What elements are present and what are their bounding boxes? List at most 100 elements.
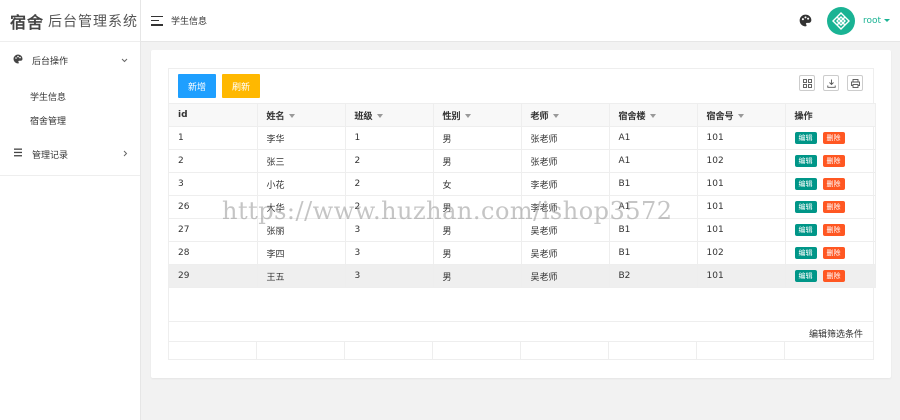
table-cell: B1 bbox=[608, 172, 698, 196]
filter-icon[interactable] bbox=[464, 114, 471, 118]
edit-filter-link[interactable]: 编辑筛选条件 bbox=[809, 327, 863, 340]
table-cell: 吴老师 bbox=[520, 218, 610, 242]
edit-button[interactable]: 编辑 bbox=[794, 132, 817, 144]
sidebar-group-admin-records[interactable]: 管理记录 bbox=[0, 138, 140, 170]
table-cell: 男 bbox=[432, 126, 522, 150]
table-cell: 李四 bbox=[256, 241, 346, 265]
table-cell: 李华 bbox=[256, 126, 346, 150]
table-cell: 男 bbox=[432, 195, 522, 219]
caret-down-icon bbox=[884, 18, 890, 22]
table-cell: 2 bbox=[344, 195, 434, 219]
sidebar-item-label: 宿舍管理 bbox=[30, 116, 67, 127]
menu-toggle-icon[interactable] bbox=[151, 15, 163, 26]
col-header-room[interactable]: 宿舍号 bbox=[696, 103, 786, 127]
palette-icon bbox=[12, 54, 24, 67]
table-cell: 张老师 bbox=[520, 126, 610, 150]
sidebar-item-dorm-management[interactable]: 宿舍管理 bbox=[0, 108, 140, 132]
user-name: root bbox=[862, 15, 881, 26]
table-empty-area bbox=[169, 288, 873, 322]
table-cell: 张老师 bbox=[520, 149, 610, 173]
row-actions: 编辑 删除 bbox=[784, 149, 876, 173]
filter-icon[interactable] bbox=[288, 114, 295, 118]
delete-button[interactable]: 删除 bbox=[822, 224, 845, 236]
table-cell: 1 bbox=[169, 126, 258, 150]
delete-button[interactable]: 删除 bbox=[822, 155, 845, 167]
table-cell: A1 bbox=[608, 195, 698, 219]
table-cell: A1 bbox=[608, 149, 698, 173]
filter-icon[interactable] bbox=[376, 114, 383, 118]
content-card: 新增 刷新 id 姓名 班级 性别 老师 宿舍楼 宿舍号 操作 1 李华 1 男… bbox=[151, 50, 891, 378]
top-header: 学生信息 root bbox=[141, 0, 900, 42]
table-cell: 2 bbox=[169, 149, 258, 173]
table-cell: 3 bbox=[344, 241, 434, 265]
table-cell: 2 bbox=[344, 172, 434, 196]
table-row[interactable]: 28 李四 3 男吴老师 B1 102 编辑 删除 bbox=[169, 241, 876, 265]
sidebar-group-label: 后台操作 bbox=[32, 56, 69, 67]
avatar[interactable] bbox=[826, 6, 855, 35]
table-cell: B1 bbox=[608, 241, 698, 265]
export-icon[interactable] bbox=[823, 75, 839, 91]
add-button[interactable]: 新增 bbox=[178, 74, 216, 98]
edit-button[interactable]: 编辑 bbox=[794, 201, 817, 213]
table-cell: 李老师 bbox=[520, 195, 610, 219]
delete-button[interactable]: 删除 bbox=[822, 270, 845, 282]
table-container: 新增 刷新 id 姓名 班级 性别 老师 宿舍楼 宿舍号 操作 1 李华 1 男… bbox=[168, 68, 876, 360]
table-cell: 2 bbox=[344, 149, 434, 173]
logo-rest-text: 后台管理系统 bbox=[48, 13, 139, 30]
col-header-building[interactable]: 宿舍楼 bbox=[608, 103, 698, 127]
app-logo: 宿舍 后台管理系统 bbox=[0, 0, 140, 42]
edit-button[interactable]: 编辑 bbox=[794, 247, 817, 259]
col-header-id[interactable]: id bbox=[169, 103, 258, 127]
filter-icon[interactable] bbox=[552, 114, 559, 118]
delete-button[interactable]: 删除 bbox=[822, 178, 845, 190]
table-cell: 3 bbox=[344, 218, 434, 242]
col-header-gender[interactable]: 性别 bbox=[432, 103, 522, 127]
column-filter-icon[interactable] bbox=[799, 75, 815, 91]
table-header-row: id 姓名 班级 性别 老师 宿舍楼 宿舍号 操作 bbox=[169, 103, 876, 127]
sidebar: 宿舍 后台管理系统 后台操作 学生信息 宿舍管理 管理记录 bbox=[0, 0, 141, 420]
chevron-right-icon bbox=[123, 150, 128, 159]
edit-button[interactable]: 编辑 bbox=[794, 155, 817, 167]
filter-icon[interactable] bbox=[649, 114, 656, 118]
table-cell: 3 bbox=[344, 264, 434, 288]
table-row[interactable]: 29 王五 3 男吴老师 B2 101 编辑 删除 bbox=[169, 264, 876, 288]
table-cell: 女 bbox=[432, 172, 522, 196]
table-cell: 张三 bbox=[256, 149, 346, 173]
print-icon[interactable] bbox=[847, 75, 863, 91]
edit-button[interactable]: 编辑 bbox=[794, 178, 817, 190]
table-toolbar: 新增 刷新 bbox=[169, 69, 873, 103]
col-header-name[interactable]: 姓名 bbox=[256, 103, 346, 127]
edit-button[interactable]: 编辑 bbox=[794, 224, 817, 236]
sidebar-item-student-info[interactable]: 学生信息 bbox=[0, 84, 140, 108]
refresh-button[interactable]: 刷新 bbox=[222, 74, 260, 98]
col-header-teacher[interactable]: 老师 bbox=[520, 103, 610, 127]
table-cell: B1 bbox=[608, 218, 698, 242]
delete-button[interactable]: 删除 bbox=[822, 201, 845, 213]
table-row[interactable]: 2 张三 2 男张老师 A1 102 编辑 删除 bbox=[169, 149, 876, 173]
user-menu[interactable]: root bbox=[863, 16, 890, 26]
chevron-down-icon bbox=[121, 56, 128, 65]
col-header-actions: 操作 bbox=[784, 103, 876, 127]
table-footer: 编辑筛选条件 bbox=[169, 322, 873, 342]
delete-button[interactable]: 删除 bbox=[822, 247, 845, 259]
table-row[interactable]: 3 小花 2 女李老师 B1 101 编辑 删除 bbox=[169, 172, 876, 196]
table-cell: 男 bbox=[432, 218, 522, 242]
edit-button[interactable]: 编辑 bbox=[794, 270, 817, 282]
table-row[interactable]: 26 大华 2 男李老师 A1 101 编辑 删除 bbox=[169, 195, 876, 219]
col-header-class[interactable]: 班级 bbox=[344, 103, 434, 127]
table-cell: 男 bbox=[432, 241, 522, 265]
table-row[interactable]: 27 张丽 3 男吴老师 B1 101 编辑 删除 bbox=[169, 218, 876, 242]
table-cell: 27 bbox=[169, 218, 258, 242]
table-cell: 王五 bbox=[256, 264, 346, 288]
table-row[interactable]: 1 李华 1 男张老师 A1 101 编辑 删除 bbox=[169, 126, 876, 150]
table-cell: 101 bbox=[696, 264, 786, 288]
sidebar-item-label: 学生信息 bbox=[30, 92, 67, 103]
table-bottom-row bbox=[169, 342, 873, 360]
sidebar-group-admin-ops[interactable]: 后台操作 bbox=[0, 44, 140, 76]
table-cell: 101 bbox=[696, 218, 786, 242]
theme-palette-icon[interactable] bbox=[799, 14, 813, 28]
filter-icon[interactable] bbox=[737, 114, 744, 118]
delete-button[interactable]: 删除 bbox=[822, 132, 845, 144]
table-cell: 李老师 bbox=[520, 172, 610, 196]
row-actions: 编辑 删除 bbox=[784, 264, 876, 288]
